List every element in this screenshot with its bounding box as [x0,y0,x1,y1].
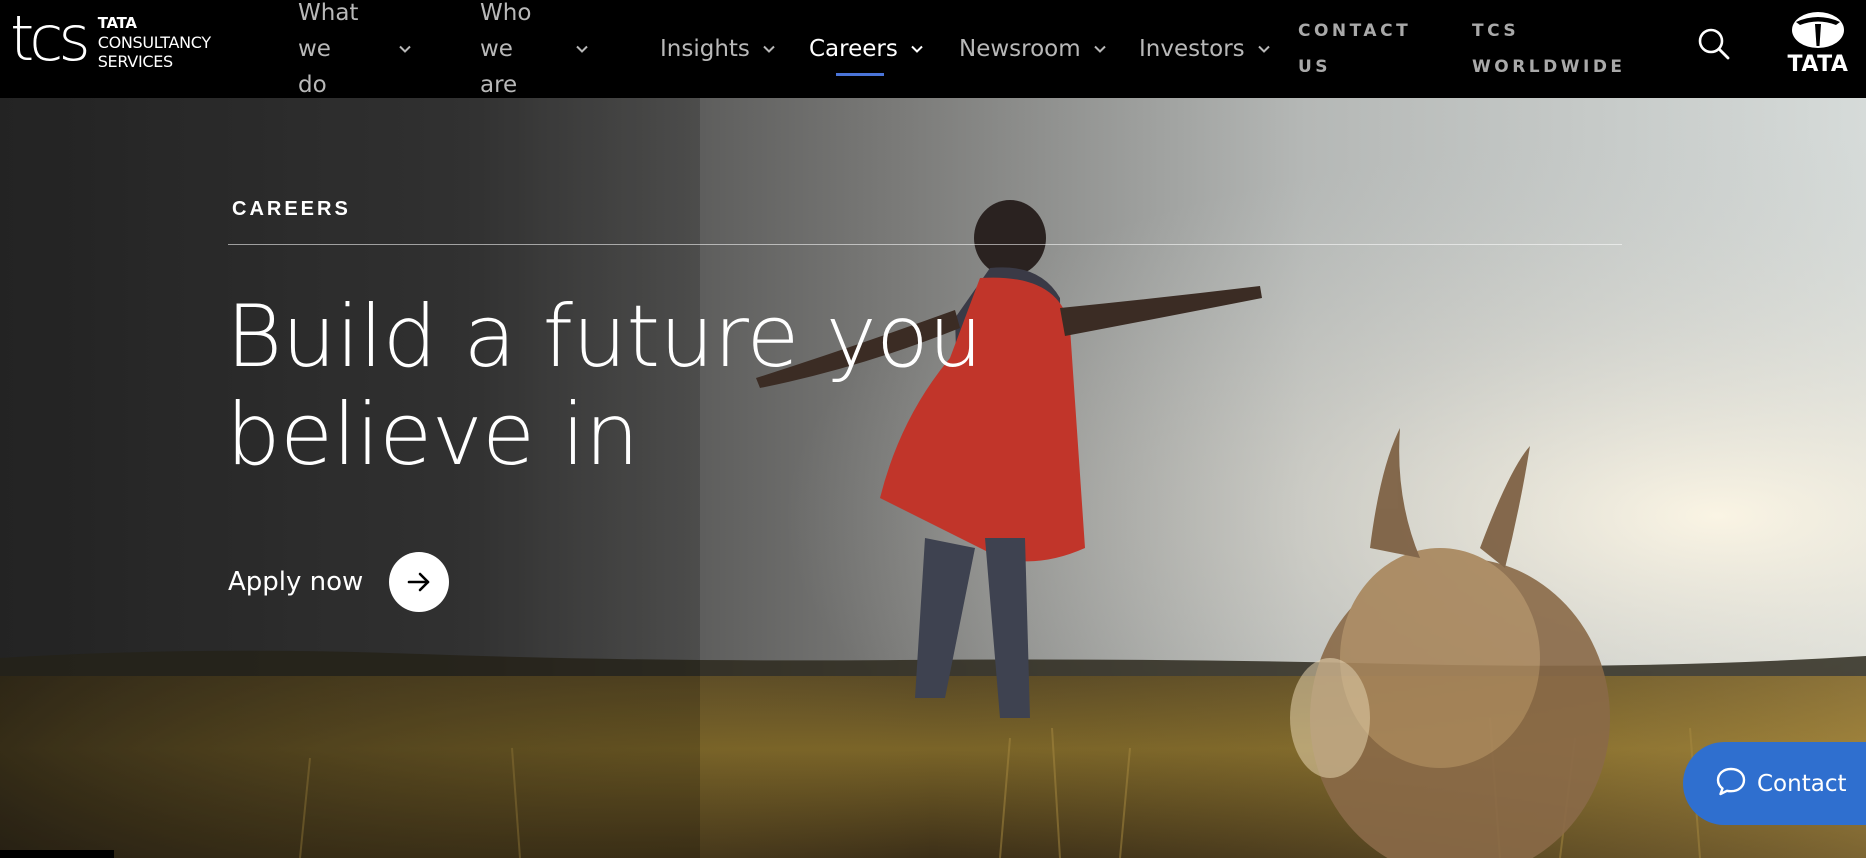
arrow-right-icon [389,552,450,612]
chevron-down-icon [575,42,589,56]
nav-label-line: do [298,72,327,98]
apply-now-button[interactable]: Apply now [228,552,450,612]
nav-item-newsroom[interactable]: Newsroom [959,0,1107,98]
chevron-down-icon [762,42,776,56]
nav-label: TCS WORLDWIDE [1472,13,1626,85]
nav-label: What we do [298,0,358,103]
headline-line-2: believe in [226,385,639,485]
nav-label: Who we are [480,0,531,103]
nav-item-careers[interactable]: Careers [809,0,924,98]
headline-line-1: Build a future you [226,287,983,387]
nav-label-line: are [480,72,518,98]
nav-label-line: CONTACT [1298,21,1412,41]
nav-label-line: Who we [480,0,532,62]
tata-emblem-icon [1792,12,1844,48]
tcs-logo-mark: tcs [10,1,91,75]
hero-divider [228,244,1622,245]
nav-item-what-we-do[interactable]: What we do [298,0,412,98]
site-header: tcs TATA CONSULTANCY SERVICES What we do… [0,0,1866,98]
nav-label: Insights [660,36,750,62]
nav-item-insights[interactable]: Insights [660,0,776,98]
nav-label: Newsroom [959,36,1081,62]
chat-bubble-icon [1715,765,1747,802]
logo-line-3: SERVICES [97,52,174,71]
logo-line-2: CONSULTANCY [97,33,211,52]
chevron-down-icon [1093,42,1107,56]
apply-now-label: Apply now [228,567,364,597]
nav-item-who-we-are[interactable]: Who we are [480,0,589,98]
nav-label-line: TCS [1472,21,1520,41]
chevron-down-icon [910,42,924,56]
contact-label: Contact [1757,770,1847,797]
nav-link-contact-us[interactable]: CONTACT US [1298,0,1411,98]
tata-wordmark: TATA [1787,52,1849,77]
tcs-logo-text: TATA CONSULTANCY SERVICES [98,14,211,71]
hero-eyebrow: CAREERS [232,198,351,220]
nav-label-line: What we [298,0,359,62]
corner-strip [0,850,114,858]
nav-link-tcs-worldwide[interactable]: TCS WORLDWIDE [1472,0,1626,98]
contact-chat-button[interactable]: Contact [1683,742,1866,825]
chevron-down-icon [398,42,412,56]
tcs-logo[interactable]: tcs TATA CONSULTANCY SERVICES [10,7,211,71]
chevron-down-icon [1257,42,1271,56]
nav-label: Careers [809,36,898,62]
hero-banner: CAREERS Build a future you believe in Ap… [0,98,1866,858]
nav-label: Investors [1139,36,1245,62]
nav-label: CONTACT US [1298,13,1411,85]
tata-group-logo[interactable]: TATA [1778,10,1858,77]
nav-label-line: US [1298,57,1332,77]
nav-item-investors[interactable]: Investors [1139,0,1271,98]
logo-line-1: TATA [97,14,137,32]
hero-headline: Build a future you believe in [226,288,1126,484]
search-icon[interactable] [1696,26,1732,62]
nav-label-line: WORLDWIDE [1472,57,1626,77]
